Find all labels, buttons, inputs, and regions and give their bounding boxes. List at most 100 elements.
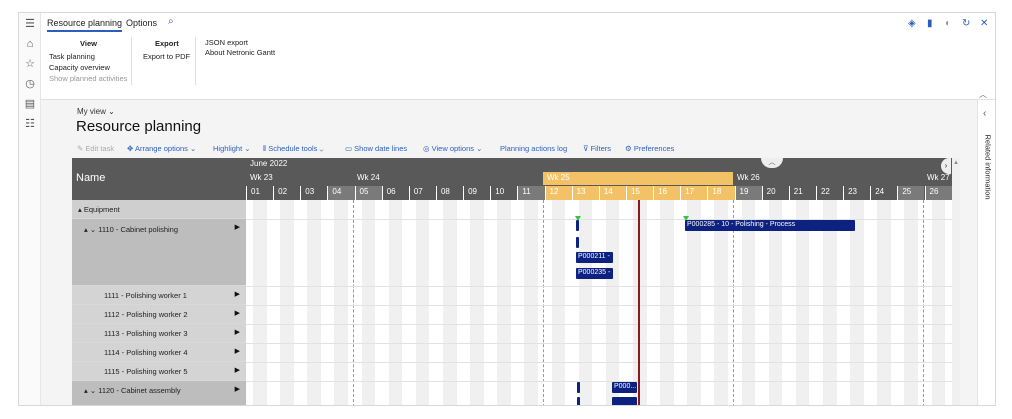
capacity-overview-button[interactable]: Capacity overview [49, 63, 110, 72]
hamburger-icon[interactable]: ☰ [23, 17, 37, 31]
today-line [638, 200, 640, 405]
task-bar-small[interactable] [612, 397, 637, 405]
day-label: 06 [381, 186, 409, 200]
export-pdf-button[interactable]: Export to PDF [143, 52, 190, 61]
main-content: My view ⌄ Resource planning ✎ Edit task … [41, 100, 995, 405]
day-stripe [442, 200, 457, 405]
expand-arrow-icon[interactable]: ▶ [235, 366, 240, 374]
task-bar[interactable]: P000211 - [576, 252, 613, 263]
close-icon[interactable]: ✕ [980, 18, 988, 29]
row-divider [246, 286, 952, 287]
expand-arrow-icon[interactable]: ▶ [235, 309, 240, 317]
search-icon[interactable]: ⌕ [168, 16, 174, 27]
gantt-chart: Name June 2022 Wk 23 Wk 24 Wk 25 Wk 26 W… [72, 158, 952, 405]
day-stripe [415, 200, 430, 405]
expand-arrow-icon[interactable]: ▶ [235, 385, 240, 393]
day-label: 20 [761, 186, 789, 200]
attach-icon[interactable]: ◐ [945, 18, 951, 29]
day-stripe [307, 200, 321, 405]
resource-row[interactable]: 1115 - Polishing worker 5 ▶ [72, 362, 246, 381]
expand-arrow-icon[interactable]: ▶ [235, 290, 240, 298]
preferences-label: Preferences [633, 144, 675, 153]
resource-row-1120[interactable]: ▴ ⌄ 1120 - Cabinet assembly ▶ [72, 381, 246, 405]
star-icon[interactable]: ☆ [23, 57, 37, 71]
clock-icon[interactable]: ◷ [23, 77, 37, 91]
json-export-button[interactable]: JSON export [205, 38, 248, 47]
planning-actions-log-button[interactable]: Planning actions log [500, 144, 567, 153]
show-planned-activities-button[interactable]: Show planned activities [49, 74, 127, 83]
week-label-selected[interactable]: Wk 25 [543, 172, 733, 185]
chevron-up-icon[interactable]: ︿ [761, 158, 783, 168]
day-label: 16 [653, 186, 681, 200]
day-label: 12 [544, 186, 572, 200]
scroll-up-icon[interactable]: ▲ [953, 160, 959, 166]
resource-row[interactable]: 1114 - Polishing worker 4 ▶ [72, 343, 246, 362]
task-bar[interactable]: P000... [612, 382, 637, 393]
row-label: 1110 - Cabinet polishing [98, 225, 178, 234]
day-stripe [551, 200, 566, 405]
about-button[interactable]: About Netronic Gantt [205, 48, 275, 57]
highlight-button[interactable]: Highlight ⌄ [213, 144, 251, 153]
workspace-icon[interactable]: ▤ [23, 97, 37, 111]
home-icon[interactable]: ⌂ [23, 37, 37, 51]
group-row-equipment[interactable]: ▴ Equipment [72, 200, 246, 219]
week-label: Wk 23 [250, 173, 273, 182]
task-bar-small[interactable] [577, 397, 580, 405]
task-planning-button[interactable]: Task planning [49, 52, 95, 61]
day-label: 19 [734, 186, 762, 200]
arrange-options-button[interactable]: ✥ Arrange options ⌄ [127, 144, 196, 153]
view-selector[interactable]: My view ⌄ [77, 107, 115, 116]
task-bar-small[interactable] [576, 237, 579, 248]
expand-arrow-icon[interactable]: ▶ [235, 347, 240, 355]
day-label: 24 [870, 186, 897, 200]
office-icon[interactable]: ▮ [927, 18, 933, 29]
preferences-button[interactable]: ⚙ Preferences [625, 144, 674, 153]
resource-row[interactable]: 1111 - Polishing worker 1 ▶ [72, 286, 246, 305]
task-bar[interactable]: P000285 - 10 - Polishing - Process [685, 220, 855, 231]
day-stripe [524, 200, 538, 405]
task-bar-small[interactable] [576, 220, 579, 231]
day-label: 02 [273, 186, 300, 200]
resource-row[interactable]: 1113 - Polishing worker 3 ▶ [72, 324, 246, 343]
day-label: 10 [490, 186, 517, 200]
row-divider [246, 324, 952, 325]
day-stripe [605, 200, 620, 405]
week-label: Wk 26 [737, 173, 760, 182]
view-options-label: View options [431, 144, 475, 153]
day-label: 05 [354, 186, 382, 200]
day-stripe [632, 200, 647, 405]
timeline-header: June 2022 Wk 23 Wk 24 Wk 25 Wk 26 Wk 27 … [246, 158, 952, 200]
related-information-pane[interactable]: ‹ Related information [977, 100, 995, 405]
chevron-left-icon[interactable]: ‹ [983, 108, 986, 119]
show-date-lines-label: Show date lines [354, 144, 408, 153]
day-stripe [334, 200, 348, 405]
resource-row[interactable]: 1112 - Polishing worker 2 ▶ [72, 305, 246, 324]
expand-arrow-icon[interactable]: ▶ [235, 328, 240, 336]
ribbon-divider [131, 37, 132, 85]
list-icon[interactable]: ☷ [23, 117, 37, 131]
related-information-label: Related information [983, 134, 993, 200]
edit-task-button[interactable]: ✎ Edit task [77, 144, 114, 153]
diamond-icon[interactable]: ◈ [908, 18, 916, 29]
resource-row-1110[interactable]: ▴ ⌄ 1110 - Cabinet polishing ▶ [72, 219, 246, 286]
name-column-header[interactable]: Name [72, 158, 246, 200]
day-label: 09 [463, 186, 490, 200]
show-date-lines-button[interactable]: ▭ Show date lines [345, 144, 407, 153]
day-stripe [660, 200, 674, 405]
expand-arrow-icon[interactable]: ▶ [235, 223, 240, 231]
view-options-button[interactable]: ◎ View options ⌄ [423, 144, 482, 153]
gantt-canvas[interactable]: P000285 - 10 - Polishing - Process P0002… [246, 200, 952, 405]
tab-resource-planning[interactable]: Resource planning [47, 18, 123, 32]
schedule-tools-button[interactable]: ⫴ Schedule tools ⌄ [263, 144, 324, 154]
row-label: 1115 - Polishing worker 5 [104, 367, 188, 376]
scroll-right-icon[interactable]: › [941, 158, 951, 174]
refresh-icon[interactable]: ↻ [962, 18, 970, 29]
action-toolbar: ✎ Edit task ✥ Arrange options ⌄ Highligh… [77, 144, 975, 156]
week-divider [923, 200, 924, 405]
task-bar-small[interactable] [577, 382, 580, 393]
vertical-scrollbar[interactable]: ▲ [952, 158, 960, 405]
task-bar[interactable]: P000235 - [576, 268, 613, 279]
arrange-options-label: Arrange options [134, 144, 188, 153]
filters-button[interactable]: ⊽ Filters [583, 144, 611, 153]
tab-options[interactable]: Options [126, 18, 157, 28]
